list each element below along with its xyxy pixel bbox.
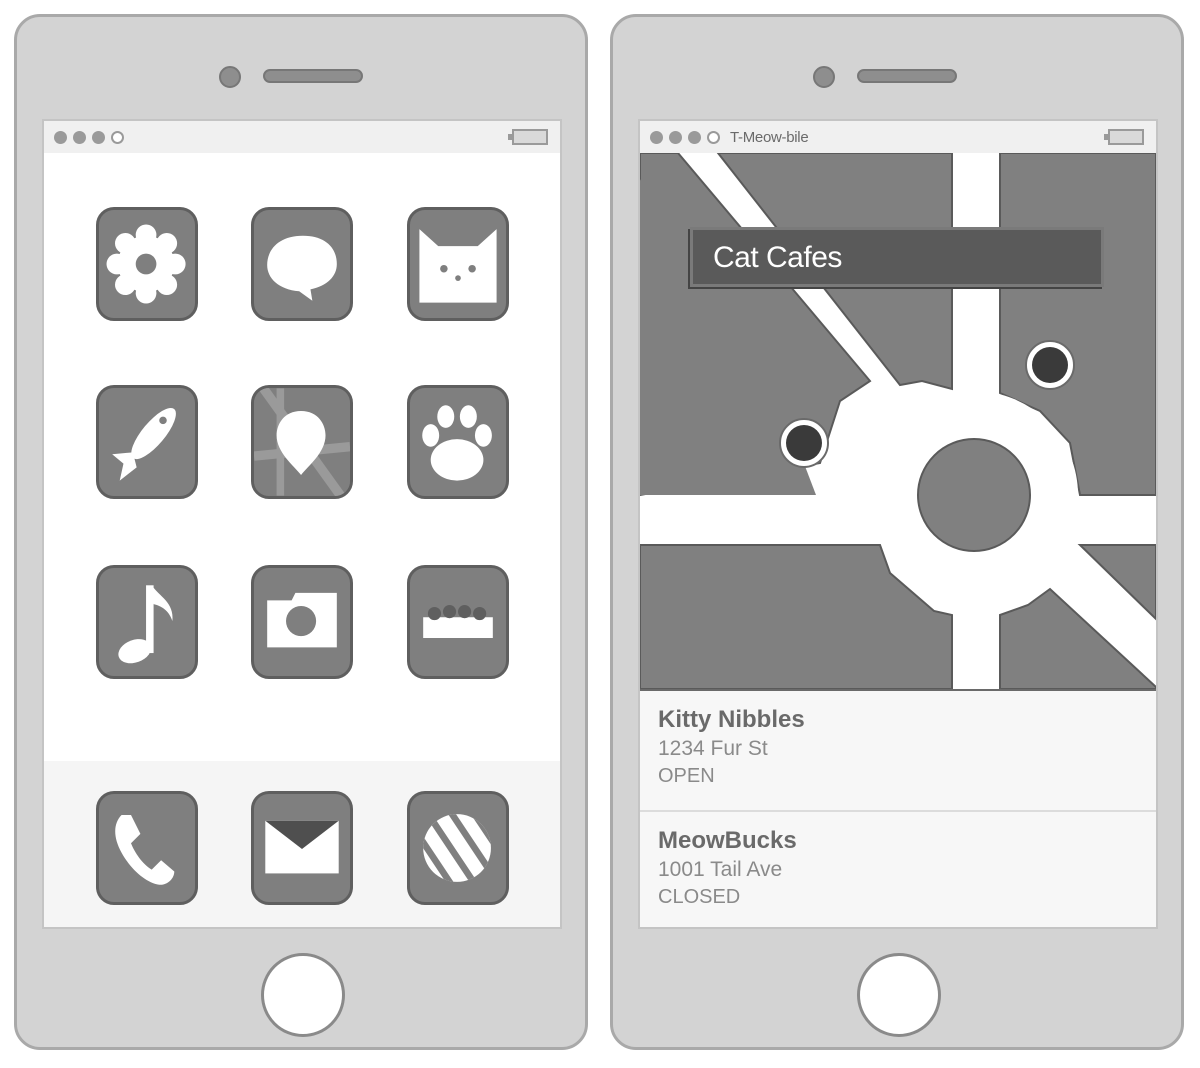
- mail-app[interactable]: [251, 791, 353, 905]
- status-bar: [44, 121, 560, 153]
- search-bar[interactable]: Cat Cafes: [690, 227, 1104, 287]
- map-view[interactable]: Cat Cafes: [640, 153, 1156, 689]
- signal-strength-icon: [54, 130, 124, 144]
- signal-dot: [688, 130, 701, 144]
- map-pin-icon: [254, 388, 350, 496]
- ball-icon: [423, 814, 491, 882]
- fish-app[interactable]: [96, 385, 198, 499]
- signal-dot: [669, 130, 682, 144]
- search-query: Cat Cafes: [713, 241, 842, 274]
- home-button[interactable]: [857, 953, 941, 1037]
- battery-icon: [508, 129, 548, 145]
- phone-home-screen: [14, 14, 588, 1050]
- front-camera: [219, 66, 241, 88]
- messages-app[interactable]: [251, 207, 353, 321]
- carrier-name: T-Meow-bile: [730, 128, 809, 146]
- home-screen: [42, 119, 562, 929]
- place-name: Kitty Nibbles: [658, 706, 805, 733]
- fish-icon: [112, 407, 176, 481]
- music-note-icon: [118, 585, 173, 664]
- maps-screen: T-Meow-bile Cat Cafes Kitty Nibbles 1234…: [638, 119, 1158, 929]
- signal-dot: [650, 130, 663, 144]
- food-app[interactable]: [407, 565, 509, 679]
- signal-dot: [111, 130, 124, 144]
- food-bowl-icon: [423, 605, 493, 638]
- phone-app[interactable]: [96, 791, 198, 905]
- phone-icon: [115, 815, 175, 885]
- signal-dot: [54, 130, 67, 144]
- signal-strength-icon: [650, 130, 720, 144]
- cat-app[interactable]: [407, 207, 509, 321]
- signal-dot: [73, 130, 86, 144]
- status-bar: T-Meow-bile: [640, 121, 1156, 153]
- camera-app[interactable]: [251, 565, 353, 679]
- results-list: Kitty Nibbles 1234 Fur St OPEN MeowBucks…: [640, 689, 1156, 927]
- place-status: OPEN: [658, 765, 715, 787]
- home-button[interactable]: [261, 953, 345, 1037]
- list-item[interactable]: Kitty Nibbles 1234 Fur St OPEN: [640, 691, 1156, 810]
- list-item[interactable]: MeowBucks 1001 Tail Ave CLOSED: [640, 810, 1156, 927]
- cat-face-icon: [419, 229, 497, 303]
- place-address: 1001 Tail Ave: [658, 858, 783, 881]
- paw-print-icon: [422, 405, 492, 481]
- earpiece-speaker: [857, 69, 957, 83]
- place-address: 1234 Fur St: [658, 737, 768, 760]
- browser-app[interactable]: [407, 791, 509, 905]
- phone-maps-app: T-Meow-bile Cat Cafes Kitty Nibbles 1234…: [610, 14, 1184, 1050]
- paw-app[interactable]: [407, 385, 509, 499]
- chat-bubble-icon: [267, 235, 337, 301]
- settings-app[interactable]: [96, 207, 198, 321]
- place-name: MeowBucks: [658, 827, 797, 854]
- mail-icon: [265, 820, 339, 874]
- earpiece-speaker: [263, 69, 363, 83]
- camera-icon: [267, 592, 337, 648]
- maps-app[interactable]: [251, 385, 353, 499]
- battery-icon: [1104, 129, 1144, 145]
- signal-dot: [707, 130, 720, 144]
- gear-icon: [106, 224, 186, 304]
- place-status: CLOSED: [658, 886, 741, 908]
- signal-dot: [92, 130, 105, 144]
- music-app[interactable]: [96, 565, 198, 679]
- front-camera: [813, 66, 835, 88]
